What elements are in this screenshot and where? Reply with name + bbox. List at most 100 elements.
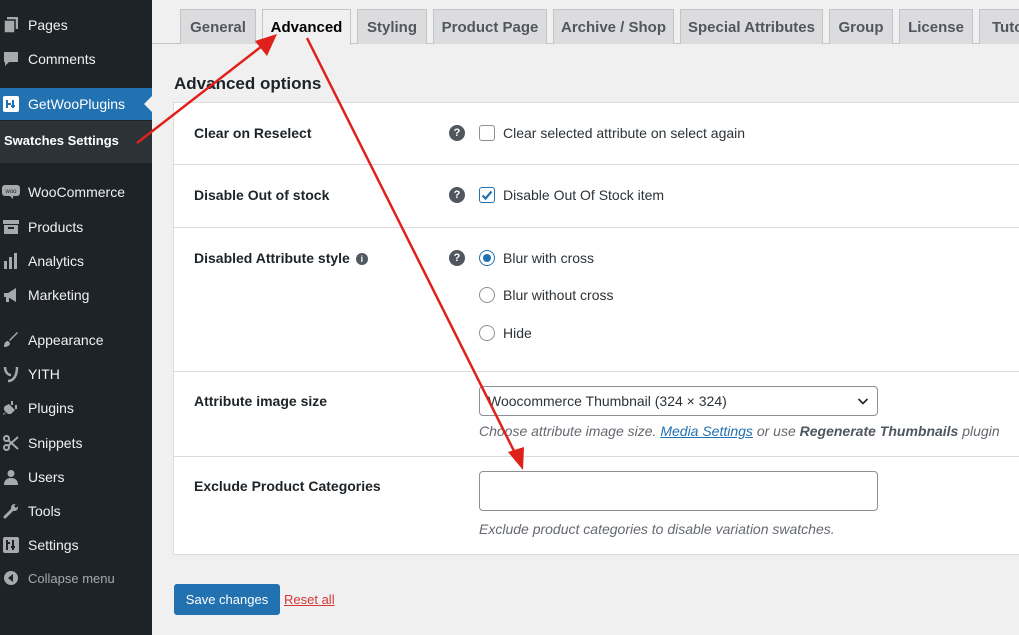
sidebar-item-label: Marketing — [28, 287, 90, 303]
checkmark-icon — [481, 190, 493, 201]
clear-on-reselect-label: Clear on Reselect — [194, 125, 312, 141]
tab-product-page[interactable]: Product Page — [433, 9, 547, 44]
sidebar-item-tools[interactable]: Tools — [0, 495, 152, 527]
tab-tutorial[interactable]: Tuto — [979, 9, 1019, 44]
radio-unselected[interactable] — [479, 287, 495, 303]
desc-text: Choose attribute image size. — [479, 423, 661, 439]
sidebar-item-label: Settings — [28, 537, 79, 553]
sidebar-item-marketing[interactable]: Marketing — [0, 279, 152, 311]
settings-panel: Clear on Reselect ? Clear selected attri… — [173, 102, 1019, 555]
sidebar-item-plugins[interactable]: Plugins — [0, 392, 152, 424]
clear-on-reselect-checkbox[interactable]: Clear selected attribute on select again — [479, 125, 745, 141]
svg-text:woo: woo — [4, 189, 17, 195]
info-icon[interactable]: i — [355, 253, 368, 265]
getwooplugins-icon — [2, 95, 20, 113]
exclude-categories-input[interactable] — [479, 471, 878, 511]
disable-out-of-stock-option: Disable Out Of Stock item — [503, 187, 665, 203]
row-divider — [174, 456, 1019, 457]
media-settings-link[interactable]: Media Settings — [660, 423, 753, 439]
exclude-categories-label: Exclude Product Categories — [194, 478, 381, 494]
sidebar-item-label: Tools — [28, 503, 61, 519]
page-title: Advanced options — [174, 74, 322, 93]
tab-archive-shop[interactable]: Archive / Shop — [553, 9, 674, 44]
products-icon — [2, 218, 20, 236]
users-icon — [2, 468, 20, 486]
sidebar-item-pages[interactable]: Pages — [0, 9, 152, 41]
exclude-categories-description: Exclude product categories to disable va… — [479, 521, 835, 537]
sidebar-item-yith[interactable]: YITH — [0, 358, 152, 390]
radio-unselected[interactable] — [479, 325, 495, 341]
attribute-image-size-description: Choose attribute image size. Media Setti… — [479, 423, 1000, 439]
radio-hide[interactable]: Hide — [479, 325, 532, 341]
tools-icon — [2, 502, 20, 520]
sidebar-item-comments[interactable]: Comments — [0, 43, 152, 75]
woocommerce-icon: woo — [2, 183, 20, 201]
help-icon[interactable]: ? — [449, 250, 465, 266]
sidebar-item-label: WooCommerce — [28, 184, 125, 200]
regenerate-thumbnails-text: Regenerate Thumbnails — [799, 423, 959, 439]
radio-selected[interactable] — [479, 250, 495, 266]
tab-advanced[interactable]: Advanced — [262, 9, 351, 45]
collapse-menu-button[interactable]: Collapse menu — [0, 562, 152, 594]
disable-out-of-stock-checkbox[interactable]: Disable Out Of Stock item — [479, 187, 664, 203]
chevron-down-icon — [857, 398, 869, 405]
sidebar-item-label: YITH — [28, 366, 60, 382]
plugins-icon — [2, 399, 20, 417]
sidebar-item-label: GetWooPlugins — [28, 96, 126, 112]
disabled-attribute-style-label: Disabled Attribute style i — [194, 250, 368, 266]
sidebar-item-products[interactable]: Products — [0, 211, 152, 243]
select-value: Woocommerce Thumbnail (324 × 324) — [488, 393, 727, 409]
sidebar-item-appearance[interactable]: Appearance — [0, 324, 152, 356]
radio-blur-with-cross[interactable]: Blur with cross — [479, 250, 594, 266]
sidebar-item-label: Plugins — [28, 400, 74, 416]
radio-label: Hide — [503, 325, 532, 341]
tab-special-attributes[interactable]: Special Attributes — [680, 9, 823, 44]
radio-label: Blur without cross — [503, 287, 614, 303]
tab-styling[interactable]: Styling — [357, 9, 427, 44]
sidebar-submenu: Swatches Settings — [0, 121, 152, 163]
appearance-icon — [2, 331, 20, 349]
collapse-icon — [2, 569, 20, 587]
analytics-icon — [2, 252, 20, 270]
submenu-item-swatches-settings[interactable]: Swatches Settings — [4, 133, 119, 148]
reset-all-link[interactable]: Reset all — [284, 592, 335, 607]
checkbox-checked[interactable] — [479, 187, 495, 203]
comments-icon — [2, 50, 20, 68]
yith-icon — [2, 365, 20, 383]
row-divider — [174, 371, 1019, 372]
sidebar-item-users[interactable]: Users — [0, 461, 152, 493]
desc-text: or use — [752, 423, 800, 439]
admin-sidebar: Pages Comments GetWooPlugins Swatches Se… — [0, 0, 152, 635]
radio-label: Blur with cross — [503, 250, 595, 266]
sidebar-item-label: Snippets — [28, 435, 83, 451]
sidebar-item-analytics[interactable]: Analytics — [0, 245, 152, 277]
row-divider — [174, 227, 1019, 228]
sidebar-item-woocommerce[interactable]: woo WooCommerce — [0, 176, 152, 208]
help-icon[interactable]: ? — [449, 187, 465, 203]
tab-group[interactable]: Group — [829, 9, 893, 44]
tab-general[interactable]: General — [180, 9, 256, 44]
sidebar-item-label: Appearance — [28, 332, 104, 348]
disabled-attribute-style-text: Disabled Attribute style — [194, 250, 350, 266]
sidebar-item-settings[interactable]: Settings — [0, 529, 152, 561]
attribute-image-size-label: Attribute image size — [194, 393, 328, 409]
sidebar-item-label: Comments — [28, 51, 96, 67]
settings-icon — [2, 536, 20, 554]
pages-icon — [2, 16, 20, 34]
checkbox-unchecked[interactable] — [479, 125, 495, 141]
save-changes-button[interactable]: Save changes — [174, 584, 280, 615]
row-divider — [174, 164, 1019, 165]
help-icon[interactable]: ? — [449, 125, 465, 141]
sidebar-item-label: Users — [28, 469, 65, 485]
snippets-icon — [2, 434, 20, 452]
tab-license[interactable]: License — [899, 9, 973, 44]
clear-on-reselect-option: Clear selected attribute on select again — [503, 125, 746, 141]
marketing-icon — [2, 286, 20, 304]
sidebar-item-snippets[interactable]: Snippets — [0, 427, 152, 459]
attribute-image-size-select[interactable]: Woocommerce Thumbnail (324 × 324) — [479, 386, 878, 416]
sidebar-item-label: Pages — [28, 17, 68, 33]
desc-text: plugin — [958, 423, 1000, 439]
radio-blur-without-cross[interactable]: Blur without cross — [479, 287, 613, 303]
sidebar-item-getwooplugins[interactable]: GetWooPlugins — [0, 88, 152, 120]
disable-out-of-stock-label: Disable Out of stock — [194, 187, 330, 203]
